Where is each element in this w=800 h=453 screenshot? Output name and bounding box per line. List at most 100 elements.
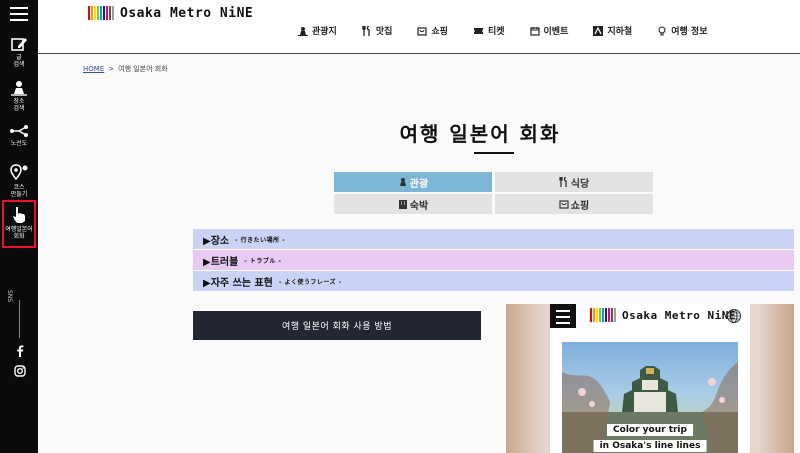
- logo-color-bar: [608, 308, 610, 322]
- sightseeing-icon: [399, 178, 406, 186]
- logo-color-bar: [97, 6, 99, 20]
- logo-color-bar: [614, 308, 616, 322]
- hamburger-menu-icon[interactable]: [10, 7, 28, 23]
- accordion-subtitle: - 行きたい場所 -: [235, 236, 286, 244]
- facebook-icon[interactable]: [13, 344, 27, 358]
- logo-text: Osaka Metro NiNE: [120, 5, 254, 21]
- accordion-subtitle: - よく使うフレーズ -: [278, 278, 342, 286]
- lightbulb-icon: [658, 25, 666, 35]
- sidebar-item-label: 코스 만들기: [10, 184, 28, 198]
- sidebar-item-route-map[interactable]: 노선도: [0, 124, 38, 147]
- hamburger-menu-icon: [550, 304, 576, 328]
- app-preview-image: Osaka Metro NiNE Color your trip in Osak…: [506, 304, 794, 453]
- nav-label: 맛집: [375, 27, 393, 37]
- accordion-title: ▶자주 쓰는 표현: [203, 277, 273, 289]
- logo-bars-icon: [88, 6, 114, 20]
- logo-color-bar: [593, 308, 595, 322]
- title-underline: [474, 152, 514, 154]
- route-icon: [10, 125, 28, 137]
- castle-illustration: [562, 362, 738, 453]
- divider: [19, 300, 20, 338]
- logo-color-bar: [596, 308, 598, 322]
- globe-icon: [727, 309, 741, 323]
- category-tab-sightseeing[interactable]: 관광: [334, 172, 492, 192]
- how-to-use-button[interactable]: 여행 일본어 회화 사용 방법: [193, 311, 481, 340]
- nav-item-subway[interactable]: 지하철: [593, 24, 632, 37]
- accordion-places[interactable]: ▶장소 - 行きたい場所 -: [193, 229, 794, 249]
- logo-color-bar: [109, 6, 111, 20]
- subway-icon: [593, 25, 604, 36]
- nav-item-travel-info[interactable]: 여행 정보: [657, 24, 707, 37]
- category-label: 숙박: [409, 200, 429, 212]
- logo-color-bar: [91, 6, 93, 20]
- accordion-title: ▶트러블: [203, 256, 239, 268]
- category-tab-lodging[interactable]: 숙박: [334, 194, 492, 214]
- sightseeing-icon: [298, 26, 308, 36]
- sidebar-item-label: 장소 검색: [13, 98, 25, 112]
- logo-color-bar: [112, 6, 114, 20]
- preview-caption-line1: Color your trip: [607, 424, 693, 436]
- active-item-highlight: [2, 200, 36, 248]
- logo-color-bar: [100, 6, 102, 20]
- preview-caption-line2: in Osaka's line lines: [593, 440, 707, 452]
- nav-item-shopping[interactable]: 쇼핑: [417, 24, 448, 37]
- category-tab-restaurant[interactable]: 식당: [495, 172, 653, 192]
- sidebar: 글 검색 장소 검색 노선도 코스 만들기 여행일본어 회화 SNS: [0, 0, 38, 453]
- pencil-icon: [11, 38, 27, 51]
- sidebar-item-place-search[interactable]: 장소 검색: [0, 80, 38, 112]
- restaurant-icon: [559, 177, 567, 187]
- category-label: 쇼핑: [570, 200, 590, 212]
- logo-color-bar: [88, 6, 90, 20]
- accordion-title: ▶장소: [203, 235, 230, 247]
- instagram-icon[interactable]: [13, 364, 27, 378]
- category-label: 식당: [570, 178, 590, 190]
- category-tab-shopping[interactable]: 쇼핑: [495, 194, 653, 214]
- nav-item-tickets[interactable]: 티켓: [473, 24, 505, 37]
- logo-color-bar: [599, 308, 601, 322]
- logo-color-bar: [602, 308, 604, 322]
- sidebar-item-label: 노선도: [10, 140, 28, 147]
- preview-logo-text: Osaka Metro NiNE: [622, 308, 736, 322]
- nav-label: 관광지: [312, 27, 337, 37]
- logo-bars-icon: [590, 308, 616, 322]
- logo-color-bar: [590, 308, 592, 322]
- restaurant-icon: [362, 25, 370, 36]
- breadcrumb: HOME > 여행 일본어 회화: [83, 64, 168, 74]
- preview-logo: Osaka Metro NiNE: [590, 308, 736, 322]
- breadcrumb-current: 여행 일본어 회화: [118, 65, 168, 73]
- nav-label: 여행 정보: [671, 27, 708, 37]
- site-logo[interactable]: Osaka Metro NiNE: [88, 4, 253, 22]
- top-header: Osaka Metro NiNE 관광지 맛집 쇼핑 티켓 이벤트 지하철 여행…: [38, 0, 800, 54]
- shopping-bag-icon: [559, 200, 569, 209]
- logo-color-bar: [94, 6, 96, 20]
- nav-item-sightseeing[interactable]: 관광지: [298, 24, 337, 37]
- page-title: 여행 일본어 회화: [399, 122, 561, 146]
- nav-label: 쇼핑: [431, 27, 448, 37]
- phone-screen: Osaka Metro NiNE Color your trip in Osak…: [550, 304, 750, 453]
- accordion-subtitle: - トラブル -: [244, 257, 282, 265]
- logo-color-bar: [611, 308, 613, 322]
- breadcrumb-home-link[interactable]: HOME: [83, 65, 104, 73]
- sidebar-item-text-search[interactable]: 글 검색: [0, 36, 38, 68]
- sns-label: SNS: [6, 290, 13, 303]
- course-pin-icon: [10, 164, 28, 181]
- nav-item-events[interactable]: 이벤트: [529, 24, 569, 37]
- shopping-bag-icon: [417, 26, 428, 36]
- nav-label: 티켓: [487, 27, 505, 37]
- logo-color-bar: [106, 6, 108, 20]
- map-person-icon: [11, 81, 27, 96]
- category-label: 관광: [409, 178, 429, 190]
- accordion-trouble[interactable]: ▶트러블 - トラブル -: [193, 250, 794, 270]
- hotel-icon: [398, 200, 407, 209]
- sidebar-item-make-course[interactable]: 코스 만들기: [0, 164, 38, 198]
- logo-color-bar: [103, 6, 105, 20]
- ticket-icon: [473, 27, 483, 34]
- logo-color-bar: [605, 308, 607, 322]
- sidebar-item-label: 글 검색: [13, 54, 25, 68]
- nav-item-restaurants[interactable]: 맛집: [362, 24, 393, 37]
- osaka-castle-photo: Color your trip in Osaka's line lines: [562, 342, 738, 453]
- accordion-common-phrases[interactable]: ▶자주 쓰는 표현 - よく使うフレーズ -: [193, 271, 794, 291]
- breadcrumb-separator: >: [108, 65, 115, 73]
- main-nav: 관광지 맛집 쇼핑 티켓 이벤트 지하철 여행 정보: [298, 24, 732, 37]
- nav-label: 이벤트: [543, 27, 569, 37]
